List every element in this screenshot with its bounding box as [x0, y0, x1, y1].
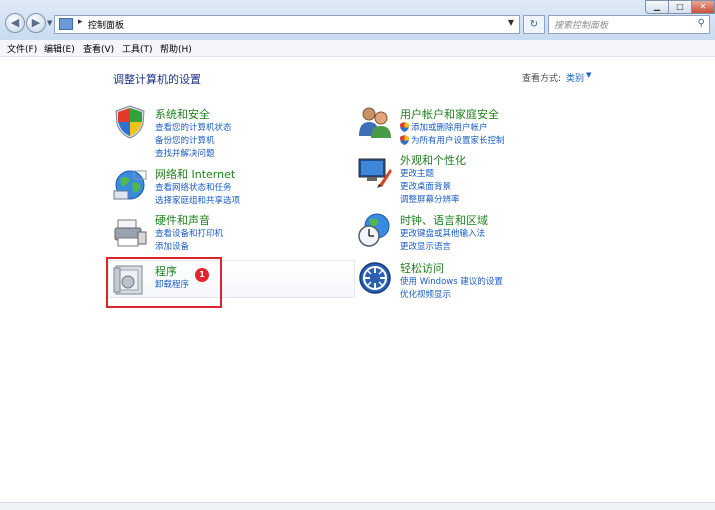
link-change-theme[interactable]: 更改主题 [400, 167, 434, 179]
forward-button[interactable]: ▶ [26, 13, 46, 33]
search-icon[interactable]: ⚲ [698, 18, 705, 29]
link-view-network-status[interactable]: 查看网络状态和任务 [155, 181, 232, 193]
category-ease-title[interactable]: 轻松访问 [400, 260, 444, 276]
menu-help[interactable]: 帮助(H) [160, 42, 192, 55]
control-panel-icon [59, 18, 73, 30]
category-appearance-title[interactable]: 外观和个性化 [400, 152, 466, 168]
page-title: 调整计算机的设置 [113, 73, 201, 86]
maximize-button[interactable]: □ [668, 0, 692, 14]
link-find-fix-problems[interactable]: 查找并解决问题 [155, 147, 215, 159]
address-bar[interactable]: ▸ 控制面板 ▼ [54, 15, 520, 34]
link-devices-printers[interactable]: 查看设备和打印机 [155, 227, 223, 239]
category-system-title[interactable]: 系统和安全 [155, 106, 210, 122]
menu-tools[interactable]: 工具(T) [122, 42, 153, 55]
back-button[interactable]: ◀ [5, 13, 25, 33]
menu-file[interactable]: 文件(F) [7, 42, 37, 55]
link-view-computer-status[interactable]: 查看您的计算机状态 [155, 121, 232, 133]
globe-clock-icon[interactable] [357, 212, 393, 248]
view-by-dropdown[interactable]: 类别 [566, 71, 584, 84]
search-placeholder: 搜索控制面板 [554, 21, 609, 31]
link-add-remove-accounts[interactable]: 添加或删除用户帐户 [411, 121, 488, 133]
shield-security-icon[interactable] [112, 104, 148, 140]
programs-icon[interactable] [112, 262, 148, 298]
address-path[interactable]: 控制面板 [88, 18, 124, 31]
chevron-down-icon[interactable]: ▼ [586, 71, 591, 79]
menu-bar: 文件(F) 编辑(E) 查看(V) 工具(T) 帮助(H) [0, 40, 715, 57]
link-optimize-visual-display[interactable]: 优化视频显示 [400, 288, 451, 300]
address-dropdown-icon[interactable]: ▼ [508, 18, 514, 27]
link-change-display-language[interactable]: 更改显示语言 [400, 240, 451, 252]
category-users-title[interactable]: 用户帐户和家庭安全 [400, 106, 499, 122]
search-input[interactable]: 搜索控制面板 ⚲ [548, 15, 710, 34]
link-add-device[interactable]: 添加设备 [155, 240, 189, 252]
uac-shield-icon [400, 122, 409, 132]
link-homegroup-sharing[interactable]: 选择家庭组和共享选项 [155, 194, 240, 206]
globe-network-icon[interactable] [112, 167, 148, 203]
category-clock-title[interactable]: 时钟、语言和区域 [400, 212, 488, 228]
title-bar: ◀ ▶ ▼ ▸ 控制面板 ▼ ↻ 搜索控制面板 ⚲ ▁ □ ✕ [0, 0, 715, 41]
step-badge: 1 [195, 268, 209, 282]
link-adjust-resolution[interactable]: 调整屏幕分辨率 [400, 193, 460, 205]
users-icon[interactable] [357, 104, 393, 140]
ease-of-access-icon[interactable] [357, 260, 393, 296]
link-backup-computer[interactable]: 备份您的计算机 [155, 134, 215, 146]
category-hardware-title[interactable]: 硬件和声音 [155, 212, 210, 228]
link-uninstall-program[interactable]: 卸载程序 [155, 278, 189, 290]
monitor-brush-icon[interactable] [357, 155, 393, 191]
link-change-input-methods[interactable]: 更改键盘或其他输入法 [400, 227, 485, 239]
menu-view[interactable]: 查看(V) [83, 42, 114, 55]
printer-icon[interactable] [112, 214, 148, 250]
uac-shield-icon [400, 135, 409, 145]
category-network-title[interactable]: 网络和 Internet [155, 166, 235, 182]
link-parental-controls[interactable]: 为所有用户设置家长控制 [411, 134, 505, 146]
minimize-button[interactable]: ▁ [645, 0, 669, 14]
link-windows-suggested-settings[interactable]: 使用 Windows 建议的设置 [400, 275, 503, 287]
breadcrumb-separator-icon[interactable]: ▸ [78, 17, 83, 27]
menu-edit[interactable]: 编辑(E) [44, 42, 75, 55]
main-content: 调整计算机的设置 查看方式: 类别 ▼ 1 系统和安全 查看您的计算机状态 备份… [0, 57, 715, 509]
recent-pages-dropdown[interactable]: ▼ [47, 19, 52, 27]
link-change-desktop-background[interactable]: 更改桌面背景 [400, 180, 451, 192]
close-button[interactable]: ✕ [691, 0, 715, 14]
refresh-button[interactable]: ↻ [523, 15, 545, 34]
view-by-label: 查看方式: [522, 74, 562, 84]
category-programs-title[interactable]: 程序 [155, 263, 177, 279]
